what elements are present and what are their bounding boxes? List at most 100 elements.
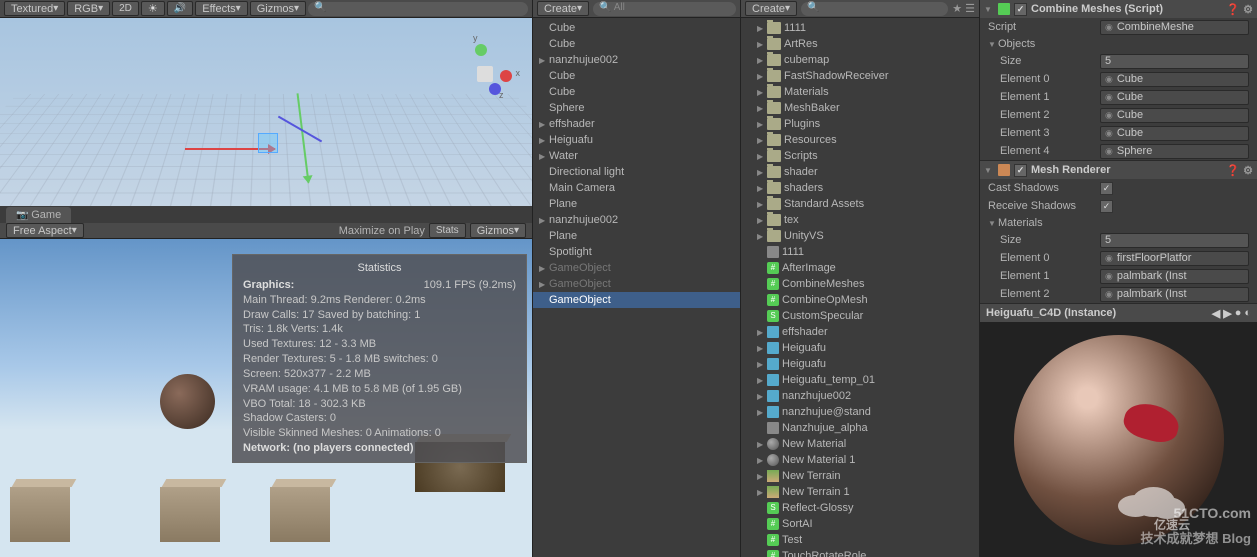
objects-foldout[interactable]: ▼Objects [980,36,1257,52]
hierarchy-item[interactable]: Cube [533,84,740,100]
hierarchy-item[interactable]: ▶Water [533,148,740,164]
project-item[interactable]: ▶shaders [741,180,979,196]
project-item[interactable]: #CombineMeshes [741,276,979,292]
project-item[interactable]: ▶UnityVS [741,228,979,244]
project-item[interactable]: #SortAI [741,516,979,532]
hierarchy-item[interactable]: Plane [533,196,740,212]
hierarchy-search[interactable]: 🔍 All [593,2,736,16]
help-icon[interactable]: ❓ [1226,3,1240,16]
project-item[interactable]: ▶nanzhujue@stand [741,404,979,420]
project-item[interactable]: ▶New Material 1 [741,452,979,468]
project-item[interactable]: ▶effshader [741,324,979,340]
project-item[interactable]: 1111 [741,244,979,260]
hierarchy-item[interactable]: ▶GameObject [533,260,740,276]
hierarchy-item[interactable]: Main Camera [533,180,740,196]
component-enabled-checkbox[interactable]: ✓ [1014,164,1027,177]
foldout-icon[interactable]: ▼ [984,5,994,14]
prev-icon[interactable]: ◀ [1212,307,1220,320]
project-item[interactable]: ▶Heiguafu [741,356,979,372]
lighting-icon[interactable]: ◐ [1244,307,1251,320]
project-item[interactable]: ▶tex [741,212,979,228]
gizmos-dropdown[interactable]: Gizmos ▾ [250,1,306,16]
project-item[interactable]: ▶MeshBaker [741,100,979,116]
project-item[interactable]: SCustomSpecular [741,308,979,324]
orientation-gizmo[interactable]: xyz [457,48,512,103]
sphere-icon[interactable]: ● [1235,307,1242,320]
selected-cube[interactable] [258,133,278,153]
project-menu-icon[interactable]: ☰ [965,2,975,15]
cast-shadows-checkbox[interactable]: ✓ [1100,182,1113,195]
favorites-icon[interactable]: ★ [952,2,962,15]
hierarchy-item[interactable]: Spotlight [533,244,740,260]
hierarchy-item[interactable]: ▶nanzhujue002 [533,212,740,228]
receive-shadows-checkbox[interactable]: ✓ [1100,200,1113,213]
project-item[interactable]: ▶shader [741,164,979,180]
scene-viewport[interactable]: xyz [0,18,532,206]
hierarchy-create-dropdown[interactable]: Create ▾ [537,1,589,16]
project-item[interactable]: ▶New Terrain 1 [741,484,979,500]
element-field[interactable]: Sphere [1100,144,1249,159]
scene-search[interactable]: 🔍 [308,2,528,16]
project-item[interactable]: ▶Plugins [741,116,979,132]
hierarchy-item[interactable]: Cube [533,36,740,52]
game-viewport[interactable]: Statistics Graphics:109.1 FPS (9.2ms) Ma… [0,239,532,557]
shading-dropdown[interactable]: Textured ▾ [4,1,65,16]
audio-toggle[interactable]: 🔊 [167,1,193,16]
hierarchy-item[interactable]: Plane [533,228,740,244]
project-item[interactable]: #AfterImage [741,260,979,276]
element-field[interactable]: Cube [1100,126,1249,141]
hierarchy-tree[interactable]: CubeCube▶nanzhujue002CubeCubeSphere▶effs… [533,18,740,557]
play-icon[interactable]: ▶ [1223,307,1231,320]
element-field[interactable]: Cube [1100,72,1249,87]
project-item[interactable]: #TouchRotateRole [741,548,979,557]
foldout-icon[interactable]: ▼ [984,166,994,175]
hierarchy-item[interactable]: GameObject [533,292,740,308]
size-field[interactable]: 5 [1100,233,1249,248]
project-item[interactable]: ▶Scripts [741,148,979,164]
effects-dropdown[interactable]: Effects ▾ [195,1,247,16]
hierarchy-item[interactable]: ▶effshader [533,116,740,132]
element-field[interactable]: Cube [1100,90,1249,105]
render-mode-dropdown[interactable]: RGB ▾ [67,1,110,16]
project-item[interactable]: ▶Standard Assets [741,196,979,212]
project-search[interactable]: 🔍 [801,2,948,16]
script-field[interactable]: CombineMeshe [1100,20,1249,35]
help-icon[interactable]: ❓ [1226,164,1240,177]
hierarchy-item[interactable]: ▶Heiguafu [533,132,740,148]
hierarchy-item[interactable]: Sphere [533,100,740,116]
lighting-toggle[interactable]: ☀ [141,1,165,16]
project-item[interactable]: Nanzhujue_alpha [741,420,979,436]
project-item[interactable]: ▶New Material [741,436,979,452]
project-item[interactable]: ▶FastShadowReceiver [741,68,979,84]
hierarchy-item[interactable]: Directional light [533,164,740,180]
2d-toggle[interactable]: 2D [112,1,139,16]
hierarchy-item[interactable]: ▶nanzhujue002 [533,52,740,68]
project-item[interactable]: ▶Heiguafu_temp_01 [741,372,979,388]
gear-icon[interactable]: ⚙ [1243,3,1253,16]
element-field[interactable]: Cube [1100,108,1249,123]
gear-icon[interactable]: ⚙ [1243,164,1253,177]
maximize-toggle[interactable]: Maximize on Play [339,225,425,237]
hierarchy-item[interactable]: ▶GameObject [533,276,740,292]
gizmos-game-dropdown[interactable]: Gizmos ▾ [470,223,526,238]
component-enabled-checkbox[interactable]: ✓ [1014,3,1027,16]
project-item[interactable]: ▶New Terrain [741,468,979,484]
size-field[interactable]: 5 [1100,54,1249,69]
project-create-dropdown[interactable]: Create ▾ [745,1,797,16]
project-item[interactable]: ▶cubemap [741,52,979,68]
hierarchy-item[interactable]: Cube [533,68,740,84]
hierarchy-item[interactable]: Cube [533,20,740,36]
project-tree[interactable]: ▶1111▶ArtRes▶cubemap▶FastShadowReceiver▶… [741,18,979,557]
project-item[interactable]: ▶Materials [741,84,979,100]
game-tab[interactable]: 📷 Game [6,207,71,223]
project-item[interactable]: #Test [741,532,979,548]
aspect-dropdown[interactable]: Free Aspect ▾ [6,223,84,238]
project-item[interactable]: ▶Resources [741,132,979,148]
project-item[interactable]: ▶ArtRes [741,36,979,52]
material-field[interactable]: palmbark (Inst [1100,269,1249,284]
project-item[interactable]: ▶nanzhujue002 [741,388,979,404]
material-field[interactable]: firstFloorPlatfor [1100,251,1249,266]
stats-toggle[interactable]: Stats [429,223,466,238]
project-item[interactable]: #CombineOpMesh [741,292,979,308]
materials-foldout[interactable]: ▼Materials [980,215,1257,231]
